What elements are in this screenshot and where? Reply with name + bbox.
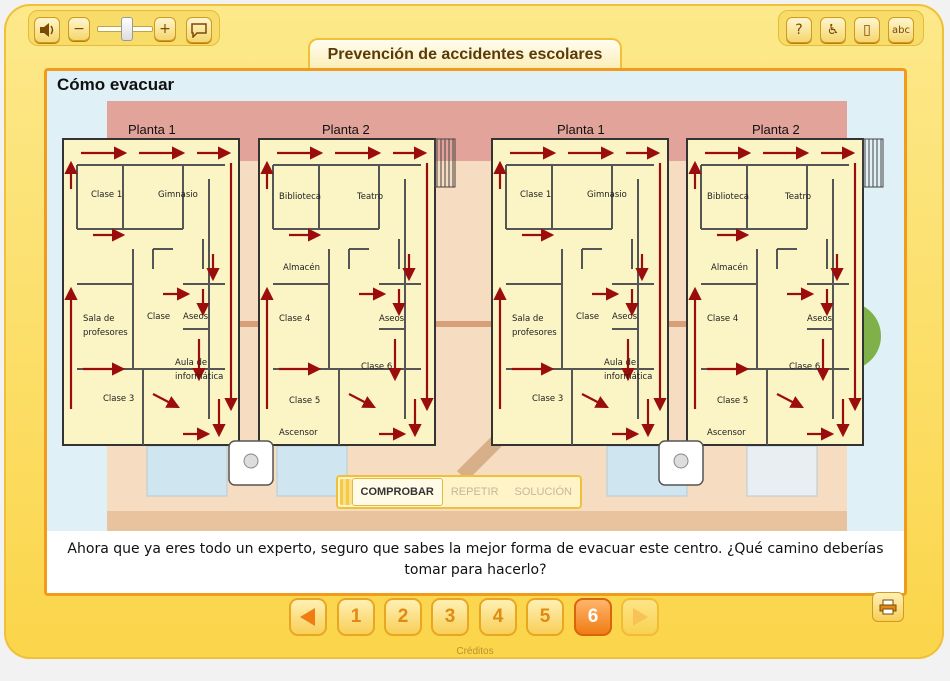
room-label: Clase 5	[289, 396, 320, 406]
room-label: informática	[604, 372, 652, 382]
page-button-2[interactable]: 2	[384, 598, 422, 636]
check-button[interactable]: COMPROBAR	[351, 478, 443, 506]
floor-plan[interactable]: Biblioteca Teatro Almacén Clase 4 Aseos Clase…	[686, 138, 884, 446]
room-label: informática	[175, 372, 223, 382]
arrow-left-icon	[300, 608, 315, 626]
next-page-button[interactable]	[621, 598, 659, 636]
repeat-button[interactable]: REPETIR	[443, 479, 507, 505]
page-title: Prevención de accidentes escolares	[308, 38, 622, 70]
room-label: Sala de	[512, 314, 544, 324]
volume-down-button[interactable]: −	[68, 17, 90, 41]
activity-panel: Cómo evacuar Planta 1 Planta 2 Planta 1 …	[44, 68, 907, 596]
room-label: Clase 1	[520, 190, 551, 200]
notebook-icon[interactable]: ▯	[854, 17, 880, 43]
help-icon[interactable]: ?	[786, 17, 812, 43]
room-label: profesores	[83, 328, 128, 338]
room-label: Teatro	[356, 192, 383, 202]
print-icon[interactable]	[872, 592, 904, 622]
page-button-1[interactable]: 1	[337, 598, 375, 636]
volume-up-button[interactable]: +	[154, 17, 176, 41]
dictionary-icon[interactable]: abc	[888, 17, 914, 43]
page-button-6[interactable]: 6	[574, 598, 612, 636]
page-button-4[interactable]: 4	[479, 598, 517, 636]
room-label: Almacén	[711, 262, 748, 273]
room-label: Sala de	[83, 314, 115, 324]
room-label: profesores	[512, 328, 557, 338]
evacuation-floor-plans[interactable]: Clase 1 Gimnasio Sala de profesores Clase Ase…	[47, 71, 904, 593]
room-label: Clase 1	[91, 190, 122, 200]
room-label: Clase 3	[532, 394, 563, 404]
elevator-icon	[658, 440, 704, 486]
speaker-icon[interactable]	[34, 17, 60, 43]
page-button-5[interactable]: 5	[526, 598, 564, 636]
room-label: Ascensor	[707, 428, 746, 438]
solution-button[interactable]: SOLUCIÓN	[507, 479, 580, 505]
floor-plan[interactable]: Clase 1 Gimnasio Sala de profesores Clase Ase…	[62, 138, 240, 446]
room-label: Biblioteca	[279, 192, 321, 202]
room-label: Clase 4	[279, 314, 310, 324]
room-label: Clase	[576, 312, 599, 322]
room-label: Aseos	[183, 312, 209, 322]
room-label: Clase	[147, 312, 170, 322]
room-label: Clase 6	[789, 362, 820, 372]
room-label: Aseos	[379, 314, 405, 324]
page-button-3[interactable]: 3	[431, 598, 469, 636]
room-label: Gimnasio	[158, 190, 198, 200]
room-label: Aseos	[807, 314, 833, 324]
room-label: Teatro	[784, 192, 811, 202]
answer-controls: COMPROBAR REPETIR SOLUCIÓN	[336, 475, 582, 509]
room-label: Clase 5	[717, 396, 748, 406]
room-label: Aula de	[604, 358, 636, 368]
room-label: Almacén	[283, 262, 320, 273]
volume-slider-thumb[interactable]	[121, 17, 133, 41]
accessibility-icon[interactable]: ♿	[820, 17, 846, 43]
room-label: Aseos	[612, 312, 638, 322]
elevator-icon	[228, 440, 274, 486]
question-text: Ahora que ya eres todo un experto, segur…	[47, 531, 904, 593]
prev-page-button[interactable]	[289, 598, 327, 636]
drag-grip[interactable]	[340, 479, 352, 505]
speech-bubble-icon[interactable]	[186, 17, 212, 43]
room-label: Aula de	[175, 358, 207, 368]
floor-plan[interactable]: Clase 1 Gimnasio Sala de profesores Clase Ase…	[491, 138, 669, 446]
room-label: Clase 4	[707, 314, 738, 324]
credits-link[interactable]: Créditos	[0, 646, 950, 657]
room-label: Ascensor	[279, 428, 318, 438]
floor-plan[interactable]: Biblioteca Teatro Almacén Clase 4 Aseos Clase…	[258, 138, 456, 446]
room-label: Clase 3	[103, 394, 134, 404]
room-label: Clase 6	[361, 362, 392, 372]
arrow-right-icon	[633, 608, 648, 626]
room-label: Biblioteca	[707, 192, 749, 202]
room-label: Gimnasio	[587, 190, 627, 200]
